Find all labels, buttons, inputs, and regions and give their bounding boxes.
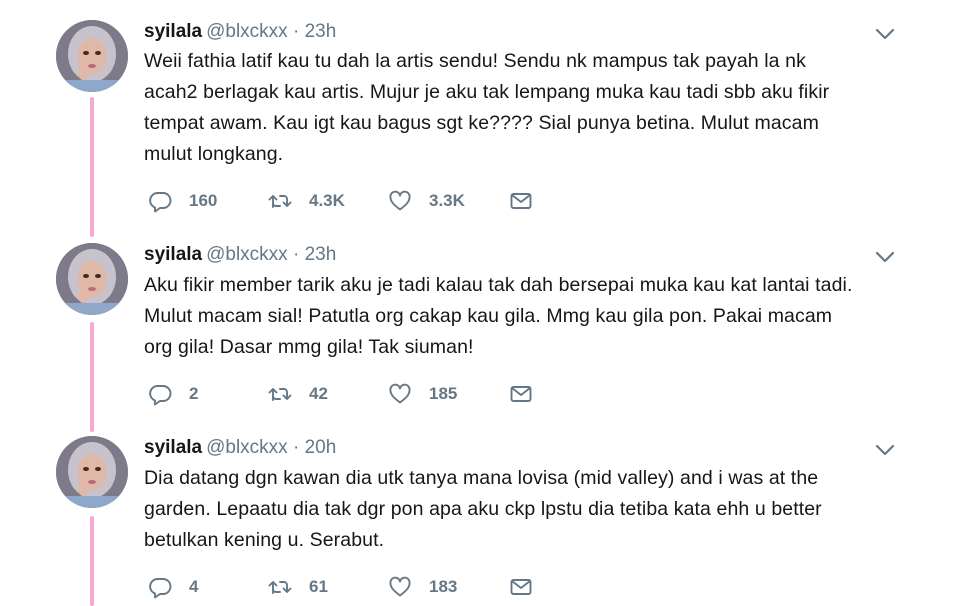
tweet-text-line: acah2 berlagak kau artis. Mujur je aku t… bbox=[144, 81, 830, 103]
tweet-text-line: mulut longkang. bbox=[144, 143, 284, 165]
like-count: 183 bbox=[429, 577, 458, 596]
display-name[interactable]: syilala bbox=[144, 244, 202, 265]
like-count: 185 bbox=[429, 384, 458, 403]
tweet-text-line: Mulut macam sial! Patutla org cakap kau … bbox=[144, 305, 833, 327]
reply-button[interactable]: 160 bbox=[148, 188, 217, 214]
like-icon bbox=[389, 383, 411, 404]
retweet-icon bbox=[268, 388, 292, 401]
tweet-header: syilala @blxckxx · 20h bbox=[144, 436, 336, 460]
tweet-text-line: Dia datang dgn kawan dia utk tanya mana … bbox=[144, 467, 819, 489]
tweet-text: Dia datang dgn kawan dia utk tanya mana … bbox=[144, 463, 934, 556]
direct-message-button[interactable] bbox=[509, 381, 533, 407]
timestamp[interactable]: 20h bbox=[305, 437, 337, 458]
avatar[interactable] bbox=[56, 243, 128, 315]
more-options-button[interactable] bbox=[874, 26, 896, 42]
thread-connector bbox=[90, 516, 94, 606]
reply-icon bbox=[149, 385, 172, 406]
timestamp[interactable]: 23h bbox=[305, 21, 337, 42]
retweet-icon bbox=[268, 581, 292, 594]
chevron-down-icon bbox=[875, 251, 895, 263]
reply-count: 160 bbox=[189, 191, 218, 210]
thread-connector bbox=[90, 97, 94, 237]
user-handle[interactable]: @blxckxx bbox=[206, 437, 288, 458]
tweet[interactable]: syilala @blxckxx · 23h Weii fathia latif … bbox=[0, 0, 953, 240]
like-count: 3.3K bbox=[429, 191, 465, 210]
avatar[interactable] bbox=[56, 436, 128, 508]
envelope-icon bbox=[510, 386, 532, 402]
tweet-text: Aku fikir member tarik aku je tadi kalau… bbox=[144, 270, 934, 363]
retweet-button[interactable]: 4.3K bbox=[268, 188, 345, 214]
envelope-icon bbox=[510, 579, 532, 595]
tweet-text-line: garden. Lepaatu dia tak dgr pon apa aku … bbox=[144, 498, 822, 520]
display-name[interactable]: syilala bbox=[144, 437, 202, 458]
tweet-text: Weii fathia latif kau tu dah la artis se… bbox=[144, 46, 934, 170]
thread-connector bbox=[90, 322, 94, 432]
reply-count: 4 bbox=[189, 577, 199, 596]
like-button[interactable]: 3.3K bbox=[388, 188, 465, 214]
reply-button[interactable]: 4 bbox=[148, 574, 198, 600]
direct-message-button[interactable] bbox=[509, 188, 533, 214]
user-handle[interactable]: @blxckxx bbox=[206, 21, 288, 42]
tweet-header: syilala @blxckxx · 23h bbox=[144, 243, 336, 267]
retweet-button[interactable]: 42 bbox=[268, 381, 328, 407]
display-name[interactable]: syilala bbox=[144, 21, 202, 42]
envelope-icon bbox=[510, 193, 532, 209]
like-button[interactable]: 183 bbox=[388, 574, 457, 600]
more-options-button[interactable] bbox=[874, 249, 896, 265]
tweet-thread: syilala @blxckxx · 23h Weii fathia latif … bbox=[0, 0, 953, 606]
reply-icon bbox=[149, 578, 172, 599]
separator-dot: · bbox=[292, 437, 300, 458]
like-icon bbox=[389, 190, 411, 211]
retweet-icon bbox=[268, 195, 292, 208]
like-button[interactable]: 185 bbox=[388, 381, 457, 407]
tweet-text-line: tempat awam. Kau igt kau bagus sgt ke???… bbox=[144, 112, 819, 134]
timestamp[interactable]: 23h bbox=[305, 244, 337, 265]
user-handle[interactable]: @blxckxx bbox=[206, 244, 288, 265]
retweet-button[interactable]: 61 bbox=[268, 574, 328, 600]
retweet-count: 4.3K bbox=[309, 191, 345, 210]
separator-dot: · bbox=[292, 21, 300, 42]
reply-button[interactable]: 2 bbox=[148, 381, 198, 407]
chevron-down-icon bbox=[875, 444, 895, 456]
retweet-count: 61 bbox=[309, 577, 328, 596]
more-options-button[interactable] bbox=[874, 442, 896, 458]
like-icon bbox=[389, 576, 411, 597]
avatar-photo bbox=[56, 436, 128, 508]
tweet[interactable]: syilala @blxckxx · 20h Dia datang dgn kaw… bbox=[0, 430, 953, 606]
direct-message-button[interactable] bbox=[509, 574, 533, 600]
retweet-count: 42 bbox=[309, 384, 328, 403]
tweet-header: syilala @blxckxx · 23h bbox=[144, 20, 336, 44]
chevron-down-icon bbox=[875, 28, 895, 40]
tweet-text-line: org gila! Dasar mmg gila! Tak siuman! bbox=[144, 336, 474, 358]
tweet-text-line: betulkan kening u. Serabut. bbox=[144, 529, 385, 551]
separator-dot: · bbox=[292, 244, 300, 265]
avatar-photo bbox=[56, 243, 128, 315]
reply-icon bbox=[149, 192, 172, 213]
avatar-photo bbox=[56, 20, 128, 92]
tweet-text-line: Aku fikir member tarik aku je tadi kalau… bbox=[144, 274, 853, 296]
avatar[interactable] bbox=[56, 20, 128, 92]
tweet-text-line: Weii fathia latif kau tu dah la artis se… bbox=[144, 50, 806, 72]
tweet[interactable]: syilala @blxckxx · 23h Aku fikir member t… bbox=[0, 240, 953, 432]
reply-count: 2 bbox=[189, 384, 199, 403]
